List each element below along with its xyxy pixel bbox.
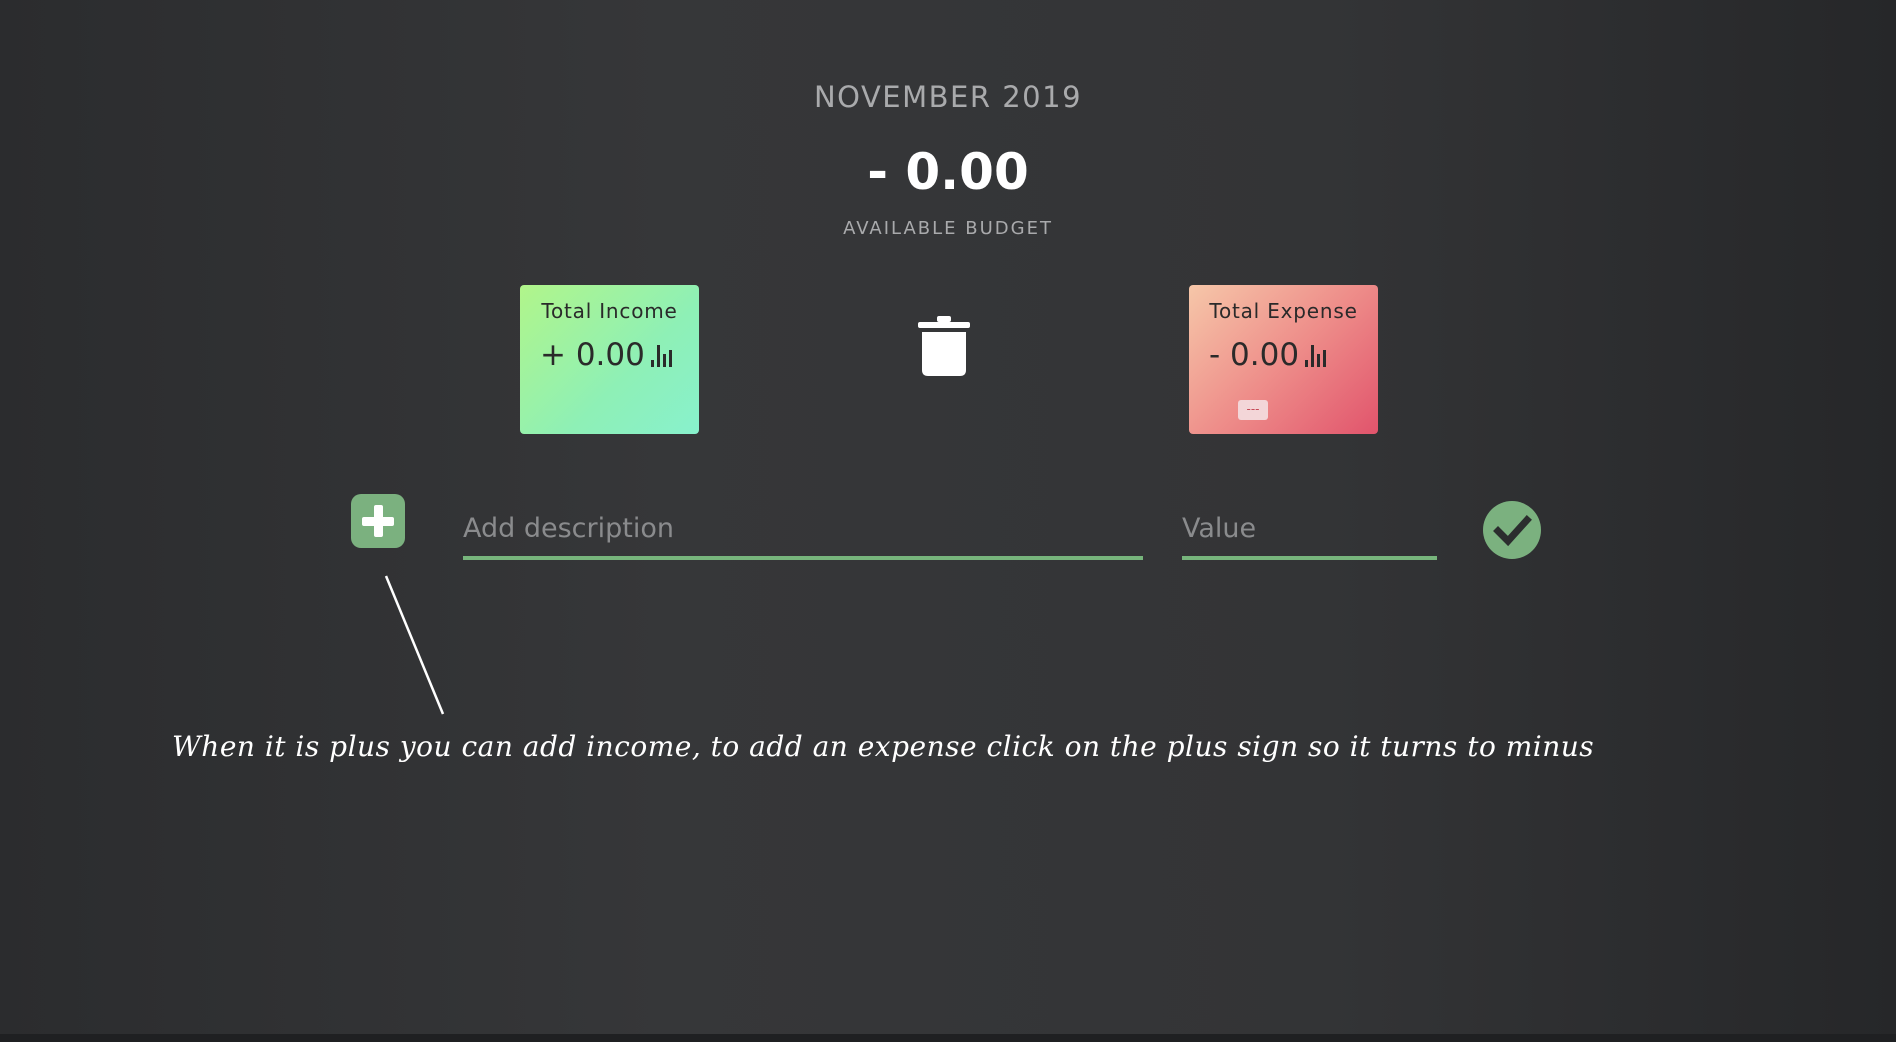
total-income-card: Total Income + 0.00 bbox=[520, 285, 699, 434]
submit-button[interactable] bbox=[1483, 501, 1541, 559]
bar-chart-icon bbox=[1305, 345, 1327, 367]
total-income-value-row: + 0.00 bbox=[540, 337, 672, 373]
total-income-value: + 0.00 bbox=[540, 337, 645, 373]
total-expense-title: Total Expense bbox=[1209, 299, 1358, 323]
trash-icon[interactable] bbox=[918, 314, 970, 376]
annotation-pointer-line bbox=[384, 575, 445, 715]
expense-percentage-badge: --- bbox=[1238, 400, 1268, 420]
value-input[interactable] bbox=[1182, 508, 1437, 560]
total-expense-card: Total Expense - 0.00 --- bbox=[1189, 285, 1378, 434]
checkmark-icon bbox=[1493, 515, 1532, 547]
total-expense-value-row: - 0.00 bbox=[1209, 337, 1327, 373]
month-title: NOVEMBER 2019 bbox=[813, 80, 1083, 114]
total-income-title: Total Income bbox=[541, 299, 678, 323]
description-input[interactable] bbox=[463, 508, 1143, 560]
total-expense-value: - 0.00 bbox=[1209, 337, 1300, 373]
annotation-text: When it is plus you can add income, to a… bbox=[172, 730, 1595, 763]
plus-icon-vertical bbox=[373, 505, 383, 537]
bar-chart-icon bbox=[650, 345, 672, 367]
income-expense-toggle-button[interactable] bbox=[351, 494, 405, 548]
bottom-edge-bar bbox=[0, 1034, 1896, 1042]
available-budget-value: - 0.00 bbox=[867, 143, 1029, 201]
available-budget-label: AVAILABLE BUDGET bbox=[843, 218, 1053, 239]
